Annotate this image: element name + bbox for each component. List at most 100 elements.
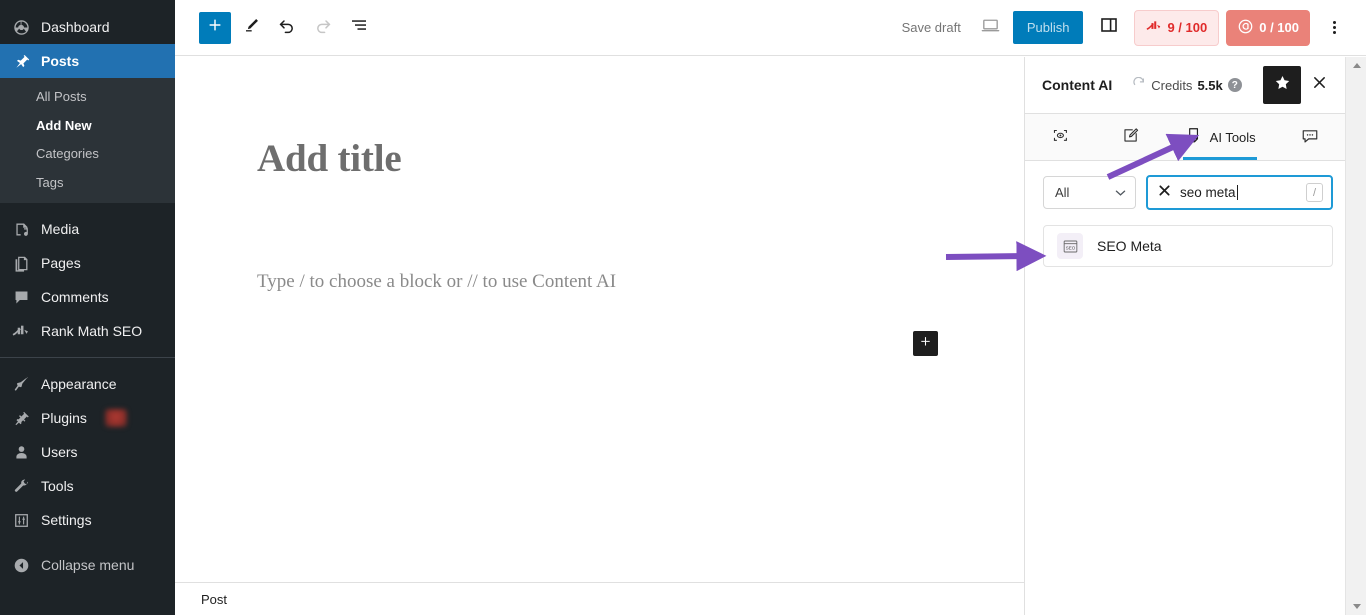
star-icon <box>1274 74 1291 96</box>
tab-chat[interactable] <box>1275 114 1345 160</box>
sidebar-item-users[interactable]: Users <box>0 435 175 469</box>
wp-admin-sidebar: Dashboard Posts All Posts Add New Catego… <box>0 0 175 615</box>
post-content-paragraph[interactable]: Type / to choose a block or // to use Co… <box>257 271 616 293</box>
favorites-button[interactable] <box>1263 66 1301 104</box>
sidebar-item-dashboard[interactable]: Dashboard <box>0 10 175 44</box>
add-block-button[interactable] <box>199 11 231 44</box>
rank-math-icon <box>1146 20 1162 35</box>
close-panel-button[interactable] <box>1301 66 1337 104</box>
ai-tools-page-icon <box>1185 126 1203 148</box>
comment-icon <box>11 289 31 306</box>
content-ai-sidebar-panel: Content AI Credits 5.5k ? AI Tools All s… <box>1024 57 1345 615</box>
wrench-icon <box>11 478 31 495</box>
question-mark-icon[interactable]: ? <box>1227 78 1242 92</box>
kebab-menu-icon <box>1332 19 1336 36</box>
list-item-label: SEO Meta <box>1097 238 1162 254</box>
sidebar-item-add-new[interactable]: Add New <box>0 112 175 141</box>
chat-bubble-icon <box>1300 127 1320 148</box>
sidebar-item-plugins[interactable]: Plugins <box>0 401 175 435</box>
redo-button[interactable] <box>307 12 339 44</box>
sidebar-item-label: Appearance <box>41 375 117 392</box>
tab-research[interactable] <box>1025 114 1095 160</box>
credits-indicator: Credits 5.5k ? <box>1132 76 1242 94</box>
sidebar-item-label: Media <box>41 220 80 237</box>
undo-button[interactable] <box>271 12 303 44</box>
sidebar-item-appearance[interactable]: Appearance <box>0 367 175 401</box>
panel-scrollbar[interactable] <box>1345 57 1366 615</box>
select-value: All <box>1055 185 1070 200</box>
tab-label: AI Tools <box>1209 129 1256 145</box>
preview-button[interactable] <box>973 10 1009 46</box>
seo-score-value: 9 / 100 <box>1167 20 1208 35</box>
sidebar-item-all-posts[interactable]: All Posts <box>0 83 175 112</box>
ai-tools-search-row: All seo meta / <box>1025 161 1345 220</box>
scroll-down-arrow-icon[interactable] <box>1346 598 1366 615</box>
search-value: seo meta <box>1180 185 1236 200</box>
plug-icon <box>11 410 31 427</box>
ai-tools-search-input[interactable]: seo meta / <box>1146 175 1333 210</box>
submenu-label: Add New <box>36 117 92 133</box>
tools-pencil-button[interactable] <box>235 12 267 44</box>
svg-text:SEO: SEO <box>1065 245 1075 250</box>
plus-icon <box>918 334 933 354</box>
sidebar-item-tools[interactable]: Tools <box>0 469 175 503</box>
close-icon <box>1312 75 1327 95</box>
focus-eye-icon <box>1051 126 1070 148</box>
wordpress-block-editor-screen: Dashboard Posts All Posts Add New Catego… <box>0 0 1366 615</box>
sidebar-item-pages[interactable]: Pages <box>0 246 175 280</box>
sidebar-item-label: Dashboard <box>41 18 110 35</box>
sidebar-item-collapse-menu[interactable]: Collapse menu <box>0 548 175 582</box>
list-item-seo-meta[interactable]: SEO SEO Meta <box>1043 225 1333 267</box>
sidebar-item-label: Rank Math SEO <box>41 322 143 339</box>
undo-icon <box>277 15 297 40</box>
sidebar-item-posts[interactable]: Posts <box>0 44 175 78</box>
sidebar-item-label: Plugins <box>41 409 87 426</box>
content-ai-score-value: 0 / 100 <box>1259 20 1299 35</box>
post-canvas: Add title Type / to choose a block or //… <box>175 56 1024 582</box>
laptop-preview-icon <box>980 15 1001 41</box>
sidebar-item-comments[interactable]: Comments <box>0 280 175 314</box>
tool-category-select[interactable]: All <box>1043 176 1136 209</box>
sidebar-item-rank-math-seo[interactable]: Rank Math SEO <box>0 314 175 348</box>
publish-button[interactable]: Publish <box>1012 11 1084 44</box>
post-title-input[interactable]: Add title <box>257 136 402 181</box>
sidebar-item-tags[interactable]: Tags <box>0 169 175 198</box>
sidebar-item-settings[interactable]: Settings <box>0 503 175 537</box>
user-icon <box>11 444 31 461</box>
rank-math-icon <box>11 324 31 338</box>
sidebar-item-label: Settings <box>41 511 92 528</box>
sidebar-divider <box>0 357 175 359</box>
sidebar-item-label: Comments <box>41 288 109 305</box>
save-draft-button[interactable]: Save draft <box>890 14 973 41</box>
content-ai-icon <box>1237 18 1254 38</box>
content-ai-tabs: AI Tools <box>1025 114 1345 161</box>
document-type-label[interactable]: Post <box>201 592 227 607</box>
sidebar-item-media[interactable]: Media <box>0 212 175 246</box>
settings-sidebar-toggle-button[interactable] <box>1091 10 1127 46</box>
seo-score-badge[interactable]: 9 / 100 <box>1134 9 1220 46</box>
dashboard-icon <box>11 19 31 36</box>
pages-icon <box>11 255 31 272</box>
credits-label: Credits <box>1151 77 1193 93</box>
media-icon <box>11 221 31 238</box>
content-ai-score-badge[interactable]: 0 / 100 <box>1226 9 1310 46</box>
collapse-icon <box>11 557 31 574</box>
list-view-button[interactable] <box>343 12 375 44</box>
tab-write[interactable] <box>1095 114 1165 160</box>
edit-square-icon <box>1121 126 1140 148</box>
inline-block-inserter-button[interactable] <box>913 331 938 356</box>
more-options-button[interactable] <box>1316 10 1352 46</box>
sidebar-item-label: Pages <box>41 254 81 271</box>
tab-ai-tools[interactable]: AI Tools <box>1166 114 1275 160</box>
plugins-update-badge <box>104 409 127 428</box>
sidebar-item-label: Collapse menu <box>41 556 135 573</box>
block-editor: Save draft Publish 9 / 100 0 / 100 Add t… <box>175 0 1366 615</box>
toolbar-right-group: Save draft Publish 9 / 100 0 / 100 <box>890 9 1366 46</box>
scroll-up-arrow-icon[interactable] <box>1346 57 1366 74</box>
sidebar-item-categories[interactable]: Categories <box>0 140 175 169</box>
pencil-icon <box>242 16 261 40</box>
sidebar-item-label: Tools <box>41 477 74 494</box>
sidebar-item-label: Posts <box>41 52 80 69</box>
close-x-icon[interactable] <box>1158 184 1171 202</box>
refresh-icon[interactable] <box>1132 76 1146 94</box>
